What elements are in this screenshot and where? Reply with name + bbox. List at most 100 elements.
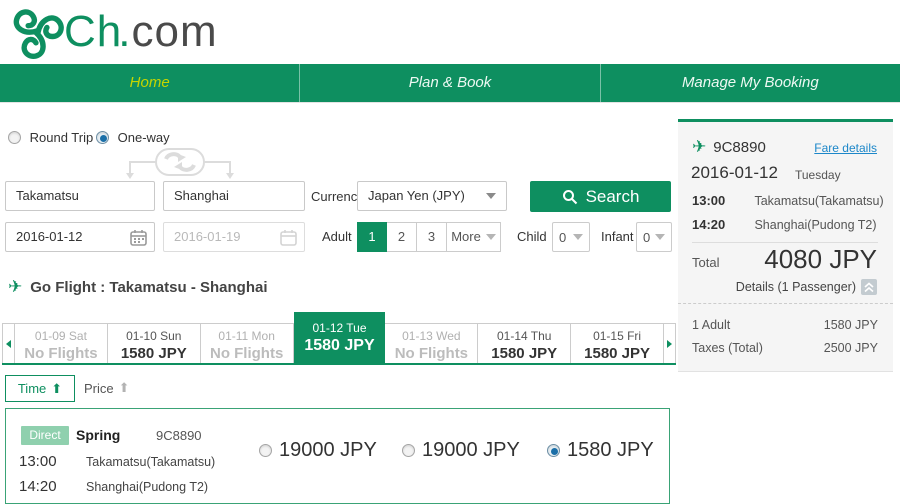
chevron-down-icon [486, 193, 496, 199]
date-tab-01-11[interactable]: 01-11 Mon No Flights [201, 323, 294, 365]
flight-number: 9C8890 [156, 428, 202, 443]
fare-details-link[interactable]: Fare details [814, 141, 877, 155]
details-label: Details (1 Passenger) [736, 280, 856, 294]
go-flight-title: Go Flight : Takamatsu - Shanghai [30, 279, 267, 296]
date-tab-strip: 01-09 Sat No Flights 01-10 Sun 1580 JPY … [2, 312, 676, 365]
date-tab-01-15[interactable]: 01-15 Fri 1580 JPY [571, 323, 664, 365]
chevron-right-icon [667, 340, 672, 348]
collapse-icon[interactable] [861, 279, 877, 295]
depart-airport: Takamatsu(Takamatsu) [86, 455, 215, 469]
nav-plan-book[interactable]: Plan & Book [300, 64, 600, 102]
tab-price: 1580 JPY [108, 345, 200, 362]
depart-date-value: 2016-01-12 [16, 229, 83, 244]
direct-badge: Direct [21, 426, 69, 445]
price-line-value: 2500 JPY [824, 341, 878, 355]
infant-label: Infant [601, 229, 634, 244]
logo-dot: . [118, 7, 131, 56]
arrow-up-icon: ⬆ [51, 381, 62, 397]
currency-value: Japan Yen (JPY) [368, 182, 465, 210]
total-value: 4080 JPY [764, 244, 877, 275]
search-label: Search [586, 187, 640, 207]
chevron-down-icon [655, 234, 665, 240]
tab-date: 01-14 Thu [478, 329, 570, 343]
date-tab-01-09[interactable]: 01-09 Sat No Flights [14, 323, 108, 365]
summary-date: 2016-01-12 [691, 163, 778, 183]
details-toggle[interactable]: Details (1 Passenger) [736, 279, 877, 295]
flight-result-card: Direct Spring 9C8890 13:00 Takamatsu(Tak… [5, 408, 670, 504]
logo-text: Ch.com [64, 5, 218, 59]
round-trip-option[interactable]: Round Trip [8, 130, 93, 145]
adult-label: Adult [322, 229, 352, 244]
one-way-option[interactable]: One-way [96, 130, 170, 145]
tabs-prev-button[interactable] [2, 323, 14, 365]
destination-input[interactable]: Shanghai [163, 181, 305, 211]
search-button[interactable]: Search [530, 181, 671, 212]
tab-date: 01-11 Mon [201, 329, 293, 343]
infant-count-value: 0 [643, 230, 650, 245]
price-line-taxes: Taxes (Total) 2500 JPY [692, 341, 878, 355]
logo-suffix: com [131, 7, 217, 56]
summary-arrive-airport: Shanghai(Pudong T2) [754, 218, 876, 232]
tab-price: 1580 JPY [294, 337, 386, 355]
tab-price: No Flights [385, 345, 477, 362]
date-tab-01-12-selected[interactable]: 01-12 Tue 1580 JPY [294, 312, 386, 365]
search-icon [562, 189, 578, 205]
tab-price: No Flights [201, 345, 293, 362]
fare-option-1[interactable]: 19000 JPY [259, 439, 377, 462]
fare-radio-selected[interactable] [547, 444, 560, 457]
return-date-input: 2016-01-19 [163, 222, 305, 252]
adult-count-3[interactable]: 3 [417, 222, 447, 252]
sort-by-price-button[interactable]: Price ⬆ [84, 380, 130, 396]
logo-prefix: Ch [64, 7, 122, 56]
fare-radio[interactable] [259, 444, 272, 457]
price-line-label: 1 Adult [692, 318, 730, 332]
nav-home[interactable]: Home [0, 64, 300, 102]
origin-input[interactable]: Takamatsu [5, 181, 155, 211]
summary-weekday: Tuesday [795, 168, 841, 182]
swap-cities-icon[interactable] [100, 146, 260, 180]
currency-select[interactable]: Japan Yen (JPY) [357, 181, 507, 211]
one-way-radio[interactable] [96, 131, 109, 144]
tab-date: 01-10 Sun [108, 329, 200, 343]
date-tab-01-14[interactable]: 01-14 Thu 1580 JPY [478, 323, 571, 365]
tab-date: 01-15 Fri [571, 329, 663, 343]
fare-radio[interactable] [402, 444, 415, 457]
tab-price: 1580 JPY [571, 345, 663, 362]
price-line-adult: 1 Adult 1580 JPY [692, 318, 878, 332]
adult-count-more[interactable]: More [447, 222, 501, 252]
spring-triskelion-icon [10, 5, 64, 59]
fare-price: 19000 JPY [279, 439, 377, 462]
calendar-icon[interactable] [130, 229, 147, 246]
plane-icon: ✈ [8, 277, 22, 297]
round-trip-radio[interactable] [8, 131, 21, 144]
tab-price: 1580 JPY [478, 345, 570, 362]
summary-depart-row: 13:00 Takamatsu(Takamatsu) [692, 192, 884, 210]
sort-by-time-button[interactable]: Time ⬆ [5, 375, 75, 402]
date-tab-01-13[interactable]: 01-13 Wed No Flights [385, 323, 478, 365]
fare-price: 19000 JPY [422, 439, 520, 462]
adult-count-2[interactable]: 2 [387, 222, 417, 252]
adult-count-1[interactable]: 1 [357, 222, 387, 252]
more-label: More [451, 223, 481, 251]
tab-date: 01-09 Sat [15, 329, 107, 343]
child-count-select[interactable]: 0 [552, 222, 590, 252]
tab-price: No Flights [15, 345, 107, 362]
depart-date-input[interactable]: 2016-01-12 [5, 222, 155, 252]
logo[interactable]: Ch.com [10, 5, 218, 59]
date-tab-01-10[interactable]: 01-10 Sun 1580 JPY [108, 323, 201, 365]
fare-option-3-selected[interactable]: 1580 JPY [547, 439, 654, 462]
summary-arrive-row: 14:20 Shanghai(Pudong T2) [692, 216, 877, 234]
summary-flight-number: 9C8890 [713, 139, 766, 156]
depart-time: 13:00 [19, 453, 57, 470]
tabs-next-button[interactable] [664, 323, 676, 365]
price-line-label: Taxes (Total) [692, 341, 763, 355]
infant-count-select[interactable]: 0 [636, 222, 672, 252]
child-count-value: 0 [559, 230, 566, 245]
arrow-up-icon: ⬆ [119, 380, 130, 396]
chevron-left-icon [6, 340, 11, 348]
round-trip-label: Round Trip [30, 130, 94, 145]
chevron-down-icon [486, 234, 496, 240]
fare-option-2[interactable]: 19000 JPY [402, 439, 520, 462]
summary-arrive-time: 14:20 [692, 217, 750, 232]
nav-manage-booking[interactable]: Manage My Booking [601, 64, 900, 102]
